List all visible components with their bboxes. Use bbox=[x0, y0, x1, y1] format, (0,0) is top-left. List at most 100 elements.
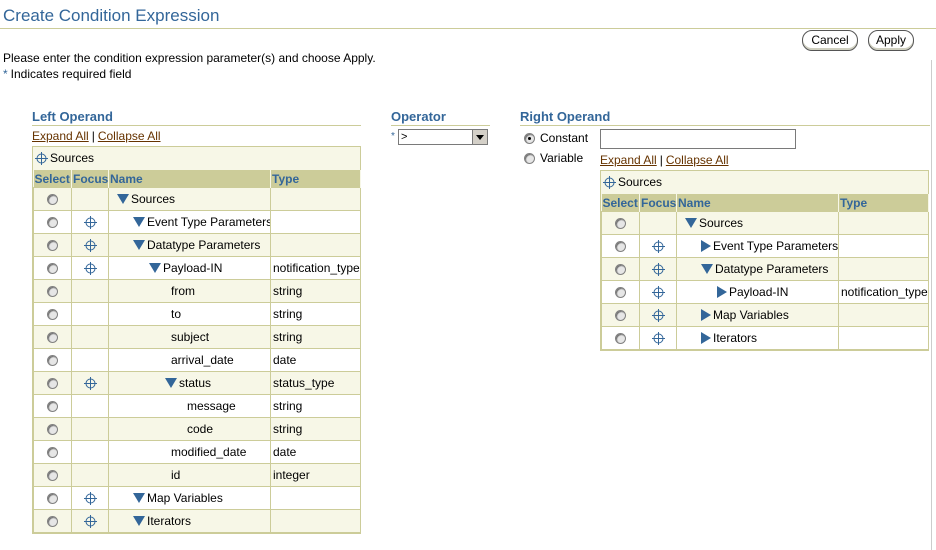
constant-value-input[interactable] bbox=[600, 129, 796, 149]
select-cell bbox=[601, 280, 640, 304]
row-select-radio[interactable] bbox=[47, 217, 58, 229]
node-label: Payload-IN bbox=[729, 285, 789, 299]
crosshair-icon[interactable] bbox=[83, 377, 97, 391]
type-cell bbox=[838, 211, 929, 235]
node-label: from bbox=[171, 284, 195, 298]
triangle-right-icon[interactable] bbox=[701, 309, 711, 321]
node-label: arrival_date bbox=[171, 353, 234, 367]
left-tree-table: Select Focus Name Type Sources Event Type… bbox=[33, 170, 361, 533]
right-table-header: Select Focus Name Type bbox=[601, 194, 929, 212]
triangle-right-icon[interactable] bbox=[701, 332, 711, 344]
crosshair-icon[interactable] bbox=[83, 239, 97, 253]
crosshair-icon[interactable] bbox=[651, 240, 665, 254]
node-label: Sources bbox=[699, 216, 744, 230]
row-select-radio[interactable] bbox=[615, 264, 626, 276]
triangle-right-icon[interactable] bbox=[717, 286, 727, 298]
constant-radio[interactable] bbox=[524, 132, 535, 144]
apply-button[interactable]: Apply bbox=[868, 30, 914, 51]
name-cell: Payload-IN bbox=[676, 280, 839, 304]
table-row: subject string bbox=[33, 325, 361, 349]
triangle-down-icon[interactable] bbox=[685, 218, 697, 228]
row-select-radio[interactable] bbox=[47, 286, 58, 298]
variable-radio[interactable] bbox=[524, 152, 535, 164]
row-select-radio[interactable] bbox=[615, 333, 626, 345]
triangle-down-icon[interactable] bbox=[133, 217, 145, 227]
operator-selected-value: > bbox=[401, 131, 408, 143]
crosshair-icon[interactable] bbox=[83, 515, 97, 529]
select-cell bbox=[33, 348, 72, 372]
select-cell bbox=[601, 303, 640, 327]
required-note-text: Indicates required field bbox=[10, 67, 132, 81]
focus-cell bbox=[71, 486, 109, 510]
crosshair-icon[interactable] bbox=[83, 216, 97, 230]
triangle-down-icon[interactable] bbox=[149, 263, 161, 273]
select-cell bbox=[33, 210, 72, 234]
node-label: Sources bbox=[131, 192, 176, 206]
focus-cell bbox=[71, 325, 109, 349]
right-sources-label: Sources bbox=[618, 175, 663, 189]
right-col-select: Select bbox=[601, 194, 640, 212]
crosshair-icon[interactable] bbox=[651, 263, 665, 277]
right-collapse-all-link[interactable]: Collapse All bbox=[666, 153, 729, 167]
row-select-radio[interactable] bbox=[47, 332, 58, 344]
crosshair-icon[interactable] bbox=[651, 286, 665, 300]
left-operand-heading: Left Operand bbox=[32, 109, 113, 124]
type-cell bbox=[270, 486, 361, 510]
crosshair-icon[interactable] bbox=[651, 309, 665, 323]
triangle-down-icon[interactable] bbox=[133, 240, 145, 250]
constant-option[interactable]: Constant bbox=[524, 131, 588, 145]
focus-cell bbox=[639, 303, 677, 327]
row-select-radio[interactable] bbox=[47, 470, 58, 482]
triangle-right-icon[interactable] bbox=[701, 240, 711, 252]
left-expand-controls: Expand All | Collapse All bbox=[32, 129, 161, 143]
node-label: Event Type Parameters bbox=[713, 239, 839, 253]
triangle-down-icon[interactable] bbox=[133, 493, 145, 503]
cancel-button[interactable]: Cancel bbox=[802, 30, 858, 51]
crosshair-icon[interactable] bbox=[603, 176, 616, 189]
row-select-radio[interactable] bbox=[615, 310, 626, 322]
crosshair-icon[interactable] bbox=[651, 332, 665, 346]
operator-select[interactable]: > bbox=[398, 129, 488, 145]
row-select-radio[interactable] bbox=[47, 355, 58, 367]
crosshair-icon[interactable] bbox=[35, 152, 48, 165]
left-collapse-all-link[interactable]: Collapse All bbox=[98, 129, 161, 143]
row-select-radio[interactable] bbox=[615, 287, 626, 299]
table-row: to string bbox=[33, 302, 361, 326]
row-select-radio[interactable] bbox=[615, 218, 626, 230]
focus-cell bbox=[71, 210, 109, 234]
row-select-radio[interactable] bbox=[47, 194, 58, 206]
crosshair-icon[interactable] bbox=[83, 492, 97, 506]
select-cell bbox=[601, 234, 640, 258]
operator-rule bbox=[391, 125, 490, 126]
row-select-radio[interactable] bbox=[47, 447, 58, 459]
name-cell: Map Variables bbox=[108, 486, 271, 510]
row-select-radio[interactable] bbox=[47, 378, 58, 390]
row-select-radio[interactable] bbox=[615, 241, 626, 253]
row-select-radio[interactable] bbox=[47, 240, 58, 252]
table-row: Sources bbox=[33, 187, 361, 211]
row-select-radio[interactable] bbox=[47, 401, 58, 413]
right-expand-all-link[interactable]: Expand All bbox=[600, 153, 657, 167]
variable-option[interactable]: Variable bbox=[524, 151, 583, 165]
right-col-type: Type bbox=[838, 194, 929, 212]
left-expand-all-link[interactable]: Expand All bbox=[32, 129, 89, 143]
type-cell bbox=[838, 326, 929, 350]
row-select-radio[interactable] bbox=[47, 493, 58, 505]
row-select-radio[interactable] bbox=[47, 516, 58, 528]
focus-cell bbox=[639, 211, 677, 235]
type-cell bbox=[270, 187, 361, 211]
triangle-down-icon[interactable] bbox=[133, 516, 145, 526]
row-select-radio[interactable] bbox=[47, 309, 58, 321]
triangle-down-icon[interactable] bbox=[701, 264, 713, 274]
triangle-down-icon[interactable] bbox=[165, 378, 177, 388]
row-select-radio[interactable] bbox=[47, 263, 58, 275]
triangle-down-icon[interactable] bbox=[117, 194, 129, 204]
table-row: status status_type bbox=[33, 371, 361, 395]
name-cell: modified_date bbox=[108, 440, 271, 464]
node-label: message bbox=[187, 399, 236, 413]
focus-cell bbox=[71, 187, 109, 211]
chevron-down-icon[interactable] bbox=[472, 130, 487, 144]
crosshair-icon[interactable] bbox=[83, 262, 97, 276]
row-select-radio[interactable] bbox=[47, 424, 58, 436]
left-col-focus: Focus bbox=[71, 170, 109, 188]
